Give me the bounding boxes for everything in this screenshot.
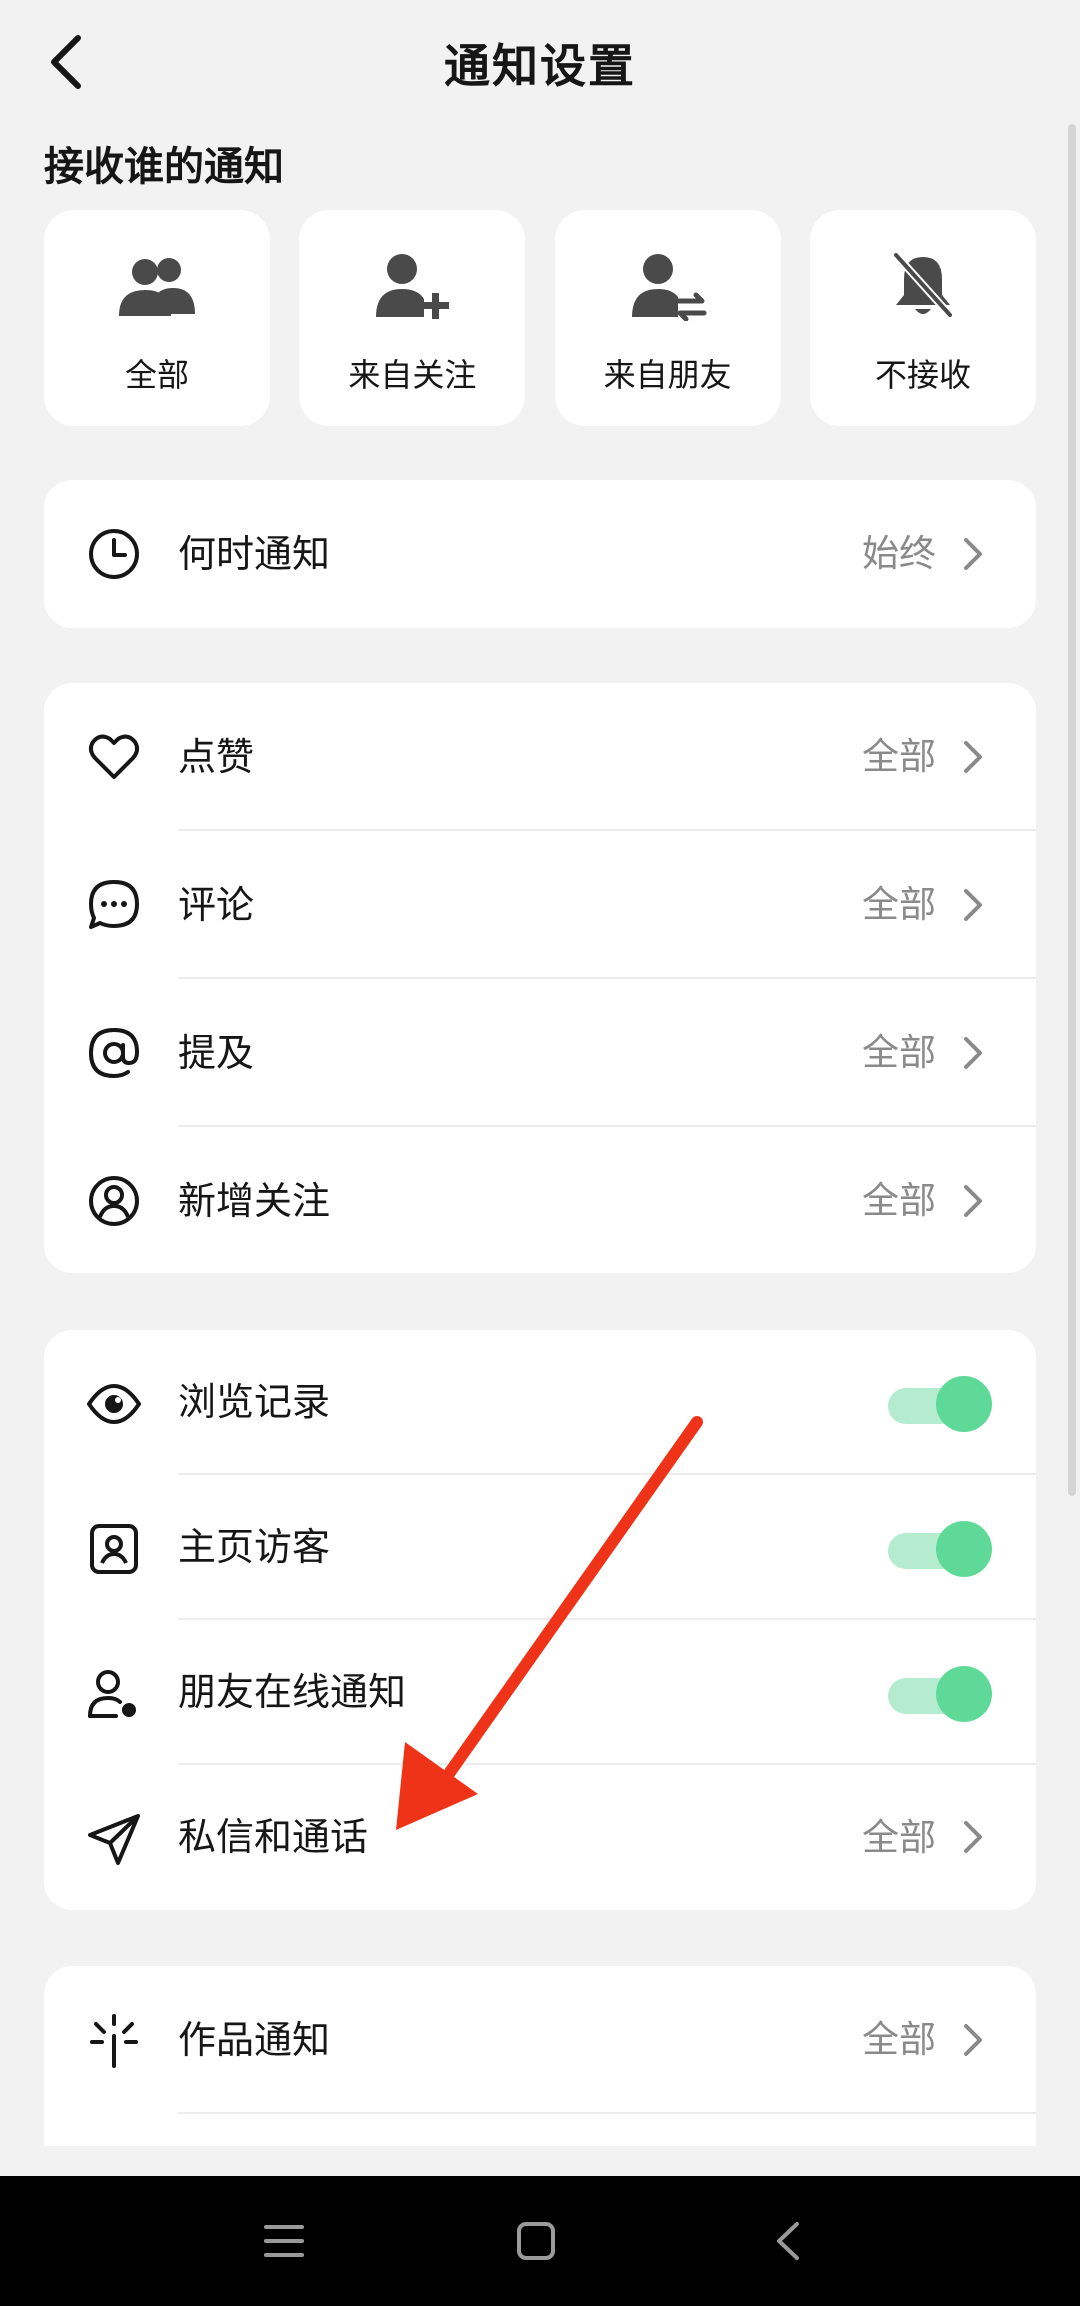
row-label: 浏览记录 (178, 1380, 331, 1424)
works-card: 作品通知 全部 (44, 1966, 1036, 2146)
chevron-right-icon (964, 1821, 982, 1853)
nav-back-button[interactable] (753, 2206, 823, 2276)
at-icon (88, 1027, 140, 1079)
divider (178, 2112, 1036, 2114)
new-followers-row[interactable]: 新增关注 全部 (44, 1127, 1036, 1273)
when-row[interactable]: 何时通知 始终 (44, 480, 1036, 628)
row-value: 始终 (862, 532, 936, 575)
receive-option-label: 来自朋友 (603, 356, 732, 394)
toggle-knob (936, 1666, 992, 1722)
user-exchange-icon (631, 254, 707, 321)
page-title: 通知设置 (444, 39, 636, 93)
system-nav-bar (0, 2176, 1080, 2306)
heart-icon (88, 734, 140, 779)
likes-row[interactable]: 点赞 全部 (44, 683, 1036, 831)
comments-row[interactable]: 评论 全部 (44, 831, 1036, 979)
interactions-card: 点赞 全部 评论 全部 提及 全部 新增关注 全部 (44, 683, 1036, 1273)
row-label: 提及 (178, 1031, 255, 1075)
user-online-icon (88, 1670, 136, 1718)
row-value: 全部 (862, 2018, 936, 2061)
clock-icon (89, 529, 139, 579)
row-label: 主页访客 (178, 1525, 331, 1569)
row-label: 何时通知 (178, 532, 331, 576)
row-value: 全部 (862, 1816, 936, 1859)
when-card: 何时通知 始终 (44, 480, 1036, 628)
eye-icon (87, 1384, 141, 1424)
messages-calls-row[interactable]: 私信和通话 全部 (44, 1765, 1036, 1910)
scrollbar[interactable] (1068, 124, 1076, 1496)
receive-option-label: 不接收 (874, 356, 971, 394)
row-label: 点赞 (178, 735, 255, 779)
toggle-knob (936, 1521, 992, 1577)
activity-card: 浏览记录 主页访客 朋友在线通知 私信和通话 全部 (44, 1330, 1036, 1910)
user-plus-icon (376, 254, 450, 319)
chevron-right-icon (964, 538, 982, 570)
row-label: 作品通知 (178, 2018, 331, 2062)
receive-option-none[interactable]: 不接收 (809, 210, 1036, 426)
menu-icon (264, 2225, 304, 2257)
bell-off-icon (893, 252, 953, 318)
receive-option-all[interactable]: 全部 (44, 210, 270, 426)
user-circle-icon (89, 1176, 139, 1226)
sparkle-icon (90, 2014, 138, 2068)
browsing-history-row: 浏览记录 (44, 1330, 1036, 1475)
profile-visitors-toggle[interactable] (888, 1517, 992, 1581)
comment-icon (89, 880, 139, 929)
receive-option-label: 来自关注 (348, 356, 477, 394)
works-notification-row[interactable]: 作品通知 全部 (44, 1966, 1036, 2114)
chevron-right-icon (964, 889, 982, 921)
receive-section-title: 接收谁的通知 (44, 144, 284, 190)
row-label: 私信和通话 (178, 1815, 369, 1859)
profile-card-icon (90, 1524, 138, 1574)
chevron-right-icon (964, 1185, 982, 1217)
home-square-icon (517, 2222, 555, 2260)
receive-options: 全部 来自关注 来自朋友 不接收 (44, 210, 1036, 426)
row-label: 新增关注 (178, 1179, 331, 1223)
chevron-right-icon (964, 741, 982, 773)
row-value: 全部 (862, 1031, 936, 1074)
row-label: 朋友在线通知 (178, 1670, 407, 1714)
receive-option-following[interactable]: 来自关注 (299, 210, 526, 426)
nav-home-button[interactable] (501, 2206, 571, 2276)
browsing-history-toggle[interactable] (888, 1372, 992, 1436)
friends-online-toggle[interactable] (888, 1662, 992, 1726)
nav-menu-button[interactable] (249, 2206, 319, 2276)
row-label: 评论 (178, 883, 255, 927)
receive-option-label: 全部 (124, 356, 189, 394)
receive-option-friends[interactable]: 来自朋友 (554, 210, 781, 426)
back-triangle-icon (777, 2222, 799, 2260)
chevron-right-icon (964, 2024, 982, 2056)
profile-visitors-row: 主页访客 (44, 1475, 1036, 1620)
send-icon (88, 1814, 140, 1865)
toggle-knob (936, 1376, 992, 1432)
row-value: 全部 (862, 1179, 936, 1222)
chevron-right-icon (964, 1037, 982, 1069)
row-value: 全部 (862, 883, 936, 926)
row-value: 全部 (862, 735, 936, 778)
group-users-icon (119, 258, 195, 316)
friends-online-row: 朋友在线通知 (44, 1620, 1036, 1765)
mentions-row[interactable]: 提及 全部 (44, 979, 1036, 1127)
header: 通知设置 (0, 0, 1080, 128)
